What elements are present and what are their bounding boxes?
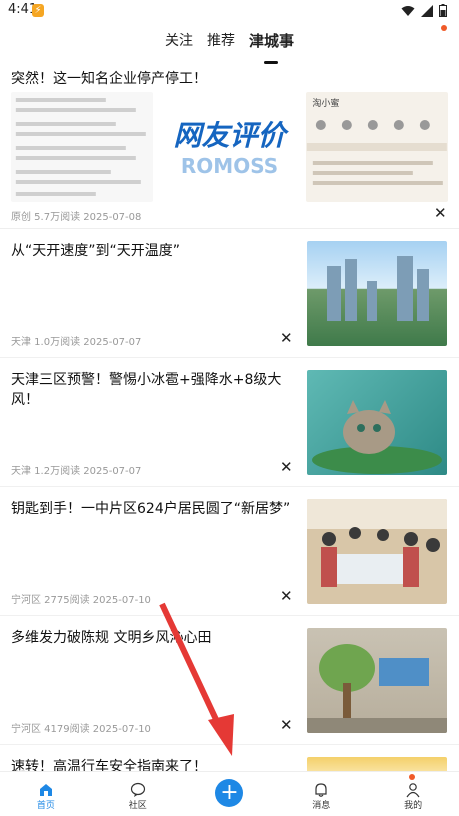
news-card[interactable]: 多维发力破陈规 文明乡风沁心田 宁河区 4179阅读 2025-07-10 ✕ xyxy=(0,616,459,745)
nav-messages-label: 消息 xyxy=(312,801,331,811)
plus-icon[interactable]: + xyxy=(215,779,244,807)
review-watermark-image[interactable]: 网友评价 ROMOSS xyxy=(158,92,301,202)
status-bar: 4:41 ⚡ xyxy=(0,0,459,22)
nav-messages[interactable]: 消息 xyxy=(275,772,367,816)
nav-profile-label: 我的 xyxy=(404,801,423,811)
news-card[interactable]: 从“天开速度”到“天开温度” 天津 1.0万阅读 2025-07-07 ✕ xyxy=(0,229,459,358)
news-card-featured[interactable]: 突然！这一知名企业停产停工！ 网友评价 ROMOSS 淘小蜜 原创 5.7万阅读… xyxy=(0,58,459,229)
mural-wall-image[interactable] xyxy=(307,628,447,733)
news-meta: 宁河区 4179阅读 2025-07-10 xyxy=(11,724,151,735)
tab-follow[interactable]: 关注 xyxy=(165,28,193,58)
news-meta: 天津 1.0万阅读 2025-07-07 xyxy=(11,337,142,348)
signal-icon xyxy=(421,4,433,17)
watermark-text: 网友评价 xyxy=(173,119,286,152)
news-title[interactable]: 突然！这一知名企业停产停工！ xyxy=(11,68,207,88)
notification-bolt-icon: ⚡ xyxy=(32,4,44,17)
nav-home-label: 首页 xyxy=(36,801,55,811)
home-icon xyxy=(39,784,52,796)
news-meta: 天津 1.2万阅读 2025-07-07 xyxy=(11,466,142,477)
news-card[interactable]: 钥匙到手！一中片区624户居民圆了“新居梦” 宁河区 2775阅读 2025-0… xyxy=(0,487,459,616)
bell-icon xyxy=(315,783,327,797)
news-title[interactable]: 钥匙到手！一中片区624户居民圆了“新居梦” xyxy=(11,499,291,519)
app-screenshot-image[interactable]: 淘小蜜 xyxy=(306,92,449,202)
close-icon[interactable]: ✕ xyxy=(280,716,293,734)
battery-icon xyxy=(439,4,447,17)
kitten-leaf-image[interactable] xyxy=(307,370,447,475)
close-icon[interactable]: ✕ xyxy=(434,204,447,222)
community-icon xyxy=(130,782,145,797)
close-icon[interactable]: ✕ xyxy=(280,329,293,347)
residents-gathering-image[interactable] xyxy=(307,499,447,604)
comment-screenshot-image[interactable] xyxy=(11,92,153,202)
tab-jincheng[interactable]: 津城事 xyxy=(249,28,294,58)
notification-dot xyxy=(441,25,447,31)
news-meta: 宁河区 2775阅读 2025-07-10 xyxy=(11,595,151,606)
bottom-nav: 首页 社区 + 消息 我的 xyxy=(0,771,459,816)
profile-icon xyxy=(406,783,420,798)
nav-publish[interactable]: + xyxy=(184,772,276,816)
close-icon[interactable]: ✕ xyxy=(280,458,293,476)
news-feed: 突然！这一知名企业停产停工！ 网友评价 ROMOSS 淘小蜜 原创 5.7万阅读… xyxy=(0,58,459,805)
watermark-subtext: ROMOSS xyxy=(180,154,279,178)
system-icons xyxy=(401,4,447,17)
image-row: 网友评价 ROMOSS 淘小蜜 xyxy=(11,92,449,202)
wifi-icon xyxy=(401,5,415,16)
nav-community-label: 社区 xyxy=(128,801,147,811)
news-title[interactable]: 从“天开速度”到“天开温度” xyxy=(11,241,291,261)
close-icon[interactable]: ✕ xyxy=(280,587,293,605)
profile-badge xyxy=(408,774,415,780)
news-title[interactable]: 天津三区预警！警惕小冰雹+强降水+8级大风！ xyxy=(11,370,291,410)
top-tabs: 关注 推荐 津城事 xyxy=(0,28,459,58)
nav-home[interactable]: 首页 xyxy=(0,772,92,816)
app-caption: 淘小蜜 xyxy=(312,99,340,109)
news-card[interactable]: 天津三区预警！警惕小冰雹+强降水+8级大风！ 天津 1.2万阅读 2025-07… xyxy=(0,358,459,487)
news-meta: 原创 5.7万阅读 2025-07-08 xyxy=(11,212,142,223)
tab-recommend[interactable]: 推荐 xyxy=(207,28,235,58)
city-skyline-image[interactable] xyxy=(307,241,447,346)
nav-profile[interactable]: 我的 xyxy=(367,772,459,816)
nav-community[interactable]: 社区 xyxy=(92,772,184,816)
news-title[interactable]: 多维发力破陈规 文明乡风沁心田 xyxy=(11,628,291,648)
